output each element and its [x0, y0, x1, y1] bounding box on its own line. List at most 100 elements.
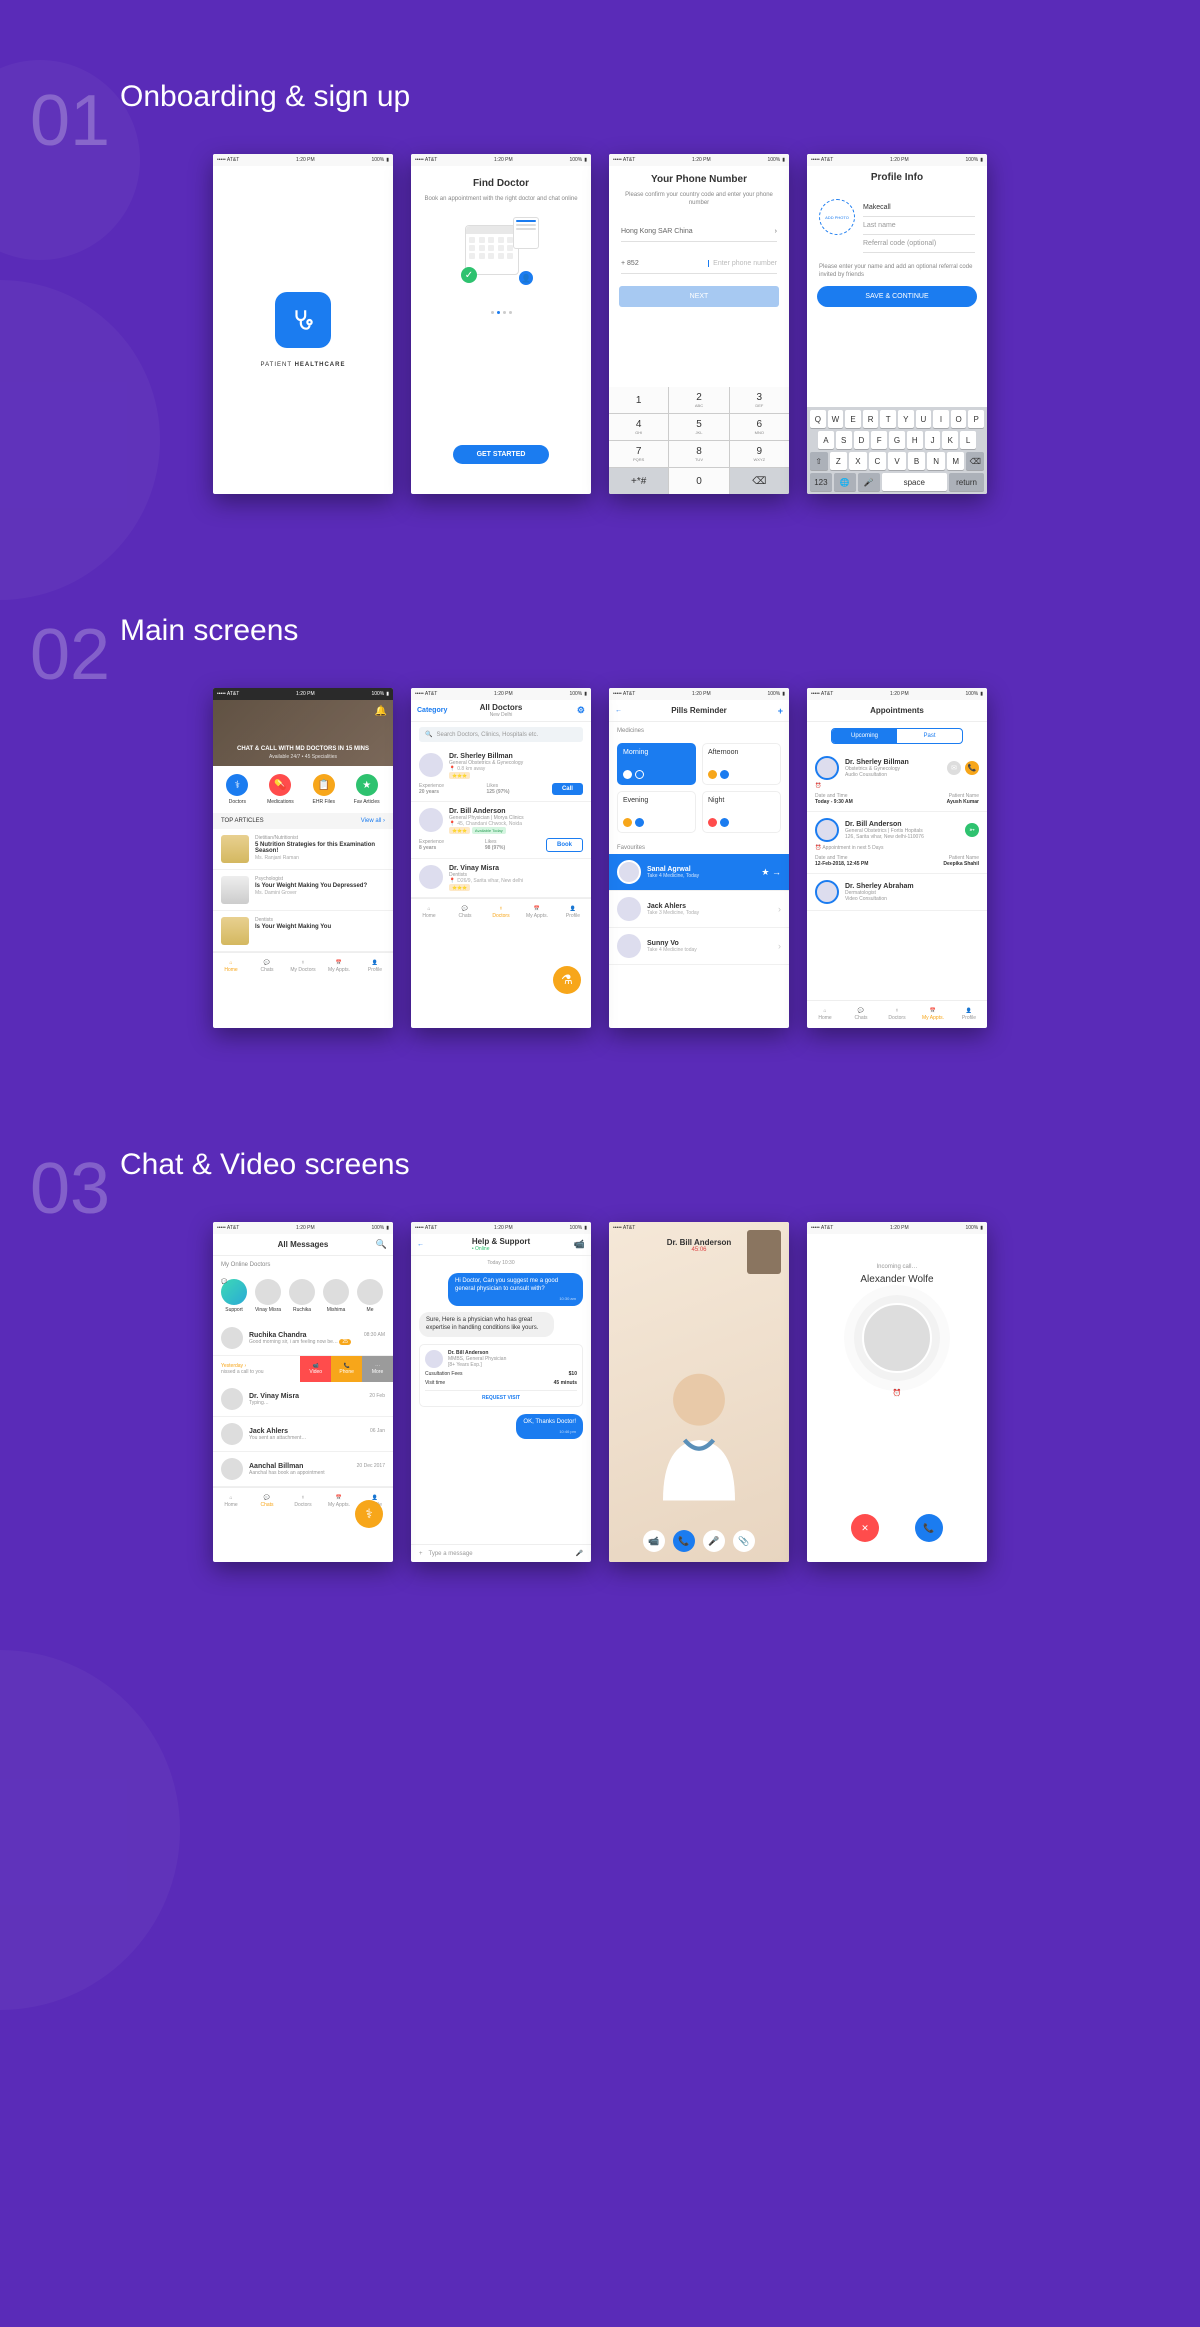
doctor-card[interactable]: Dr. Bill AndersonMMBS, General Physician…	[419, 1344, 583, 1407]
doctor-avatar[interactable]: Mishima	[323, 1279, 349, 1313]
next-button[interactable]: NEXT	[619, 286, 779, 307]
appointment-row[interactable]: Dr. Sherley BillmanObstetrics & Gynecolo…	[807, 750, 987, 812]
category-link[interactable]: Category	[417, 707, 447, 714]
self-view[interactable]	[747, 1230, 781, 1274]
tab-doctors[interactable]: ⚕Doctors	[483, 899, 519, 926]
save-continue-button[interactable]: SAVE & CONTINUE	[817, 286, 977, 307]
call-button[interactable]: Call	[552, 783, 583, 795]
new-chat-fab[interactable]: ⚕	[355, 1500, 383, 1528]
message-row[interactable]: Dr. Vinay Misra20 FebTyping…	[213, 1382, 393, 1417]
doctor-row[interactable]: Dr. Bill AndersonGeneral Physician | Mor…	[411, 802, 591, 859]
key-return[interactable]: return	[949, 473, 984, 491]
request-visit-button[interactable]: REQUEST VISIT	[425, 1390, 577, 1401]
mute-toggle[interactable]: 📞	[673, 1530, 695, 1552]
segment-control[interactable]: UpcomingPast	[831, 728, 963, 744]
key-shift[interactable]: ⇧	[810, 452, 828, 470]
favourite-row[interactable]: Sunny VoTake 4 Medicine today›	[609, 928, 789, 965]
tab-chats[interactable]: 💬Chats	[843, 1001, 879, 1028]
doctor-avatar[interactable]: Ruchika	[289, 1279, 315, 1313]
tab-chats[interactable]: 💬Chats	[447, 899, 483, 926]
favourite-row[interactable]: Jack AhlersTake 3 Medicine, Today›	[609, 891, 789, 928]
tab-doctors[interactable]: ⚕My Doctors	[285, 953, 321, 980]
doctor-avatar[interactable]: Vinay Misra	[255, 1279, 281, 1313]
mic-toggle[interactable]: 🎤	[703, 1530, 725, 1552]
morning-card[interactable]: Morning	[617, 743, 696, 785]
search-input[interactable]: 🔍 Search Doctors, Clinics, Hospitals etc…	[419, 727, 583, 742]
favourite-row[interactable]: Sanal AgrwalTake 4 Medicine, Today★ →	[609, 854, 789, 891]
key-3[interactable]: 3DEF	[730, 387, 789, 413]
key-space[interactable]: space	[882, 473, 948, 491]
key-1[interactable]: 1	[609, 387, 668, 413]
message-row[interactable]: Ruchika Chandra08:30 AMGood morning sir,…	[213, 1321, 393, 1356]
attach-icon[interactable]: +	[419, 1551, 423, 1557]
referral-input[interactable]: Referral code (optional)	[863, 235, 975, 253]
tab-home[interactable]: ⌂Home	[807, 1001, 843, 1028]
doctors-icon[interactable]: ⚕Doctors	[226, 774, 248, 805]
phone-action[interactable]: 📞Phone	[331, 1356, 362, 1382]
tab-home[interactable]: ⌂Home	[411, 899, 447, 926]
key-6[interactable]: 6MNO	[730, 414, 789, 440]
book-button[interactable]: Book	[546, 838, 583, 852]
key-5[interactable]: 5JKL	[669, 414, 728, 440]
key-7[interactable]: 7PQRS	[609, 441, 668, 467]
tab-profile[interactable]: 👤Profile	[357, 953, 393, 980]
key-0[interactable]: 0	[669, 468, 728, 494]
firstname-input[interactable]: Makecall	[863, 199, 975, 217]
bell-icon[interactable]: 🔔	[375, 706, 387, 717]
more-action[interactable]: ⋯More	[362, 1356, 393, 1382]
night-card[interactable]: Night	[702, 791, 781, 833]
tab-appts[interactable]: 📅My Appts.	[321, 953, 357, 980]
add-photo-button[interactable]: ADD PHOTO	[819, 199, 855, 235]
evening-card[interactable]: Evening	[617, 791, 696, 833]
key-globe[interactable]: 🌐	[834, 473, 856, 491]
back-icon[interactable]: ←	[615, 707, 622, 714]
fav-articles-icon[interactable]: ★Fav Articles	[354, 774, 380, 805]
tab-profile[interactable]: 👤Profile	[951, 1001, 987, 1028]
key-8[interactable]: 8TUV	[669, 441, 728, 467]
article-row[interactable]: Dietitian/Nutritionist5 Nutrition Strate…	[213, 829, 393, 870]
key-q[interactable]: Q	[810, 410, 826, 428]
reminder-icon[interactable]: ⏰	[893, 1389, 902, 1397]
video-action[interactable]: 📹Video	[300, 1356, 331, 1382]
add-icon[interactable]: +	[778, 706, 783, 716]
tab-appts[interactable]: 📅My Appts.	[321, 1488, 357, 1515]
back-icon[interactable]: ←	[417, 1241, 424, 1248]
article-row[interactable]: PsychologistIs Your Weight Making You De…	[213, 870, 393, 911]
appointment-row[interactable]: Dr. Bill AndersonGeneral Obstetrics | Fo…	[807, 812, 987, 874]
ehr-icon[interactable]: 📋EHR Files	[313, 774, 336, 805]
tab-chats[interactable]: 💬Chats	[249, 953, 285, 980]
chat-input[interactable]: +Type a message🎤	[411, 1544, 591, 1562]
key-mic[interactable]: 🎤	[858, 473, 880, 491]
tab-home[interactable]: ⌂Home	[213, 1488, 249, 1515]
article-row[interactable]: DentistsIs Your Weight Making You	[213, 911, 393, 952]
tab-doctors[interactable]: ⚕Doctors	[879, 1001, 915, 1028]
tab-profile[interactable]: 👤Profile	[555, 899, 591, 926]
key-backspace[interactable]: ⌫	[730, 468, 789, 494]
get-started-button[interactable]: GET STARTED	[453, 445, 550, 464]
view-all-link[interactable]: View all ›	[361, 818, 385, 824]
video-toggle[interactable]: 📹	[643, 1530, 665, 1552]
key-symbols[interactable]: +*#	[609, 468, 668, 494]
key-4[interactable]: 4GHI	[609, 414, 668, 440]
tab-chats[interactable]: 💬Chats	[249, 1488, 285, 1515]
tab-appts[interactable]: 📅My Appts.	[915, 1001, 951, 1028]
filter-fab[interactable]: ⚗	[553, 966, 581, 994]
key-backspace[interactable]: ⌫	[966, 452, 984, 470]
attach-toggle[interactable]: 📎	[733, 1530, 755, 1552]
decline-button[interactable]: ✕	[851, 1514, 879, 1542]
key-123[interactable]: 123	[810, 473, 832, 491]
phone-input[interactable]: + 852Enter phone number	[621, 254, 777, 274]
message-row[interactable]: Aanchal Billman20 Dec 2017Aanchal has bo…	[213, 1452, 393, 1487]
doctor-row[interactable]: Dr. Sherley BillmanGeneral Obstetrics & …	[411, 747, 591, 802]
tab-appts[interactable]: 📅My Appts.	[519, 899, 555, 926]
support-avatar[interactable]: 💬Support	[221, 1279, 247, 1313]
filter-icon[interactable]: ⚙	[577, 705, 585, 716]
video-icon[interactable]: 📹	[574, 1239, 585, 1250]
search-icon[interactable]: 🔍	[376, 1239, 387, 1250]
tab-doctors[interactable]: ⚕Doctors	[285, 1488, 321, 1515]
appointment-row[interactable]: Dr. Sherley AbrahamDermatologistVideo Co…	[807, 874, 987, 911]
afternoon-card[interactable]: Afternoon	[702, 743, 781, 785]
doctor-row[interactable]: Dr. Vinay MisraDentists📍D26/9, Sarita vi…	[411, 859, 591, 898]
message-row[interactable]: Jack Ahlers06 JanYou sent an attachment…	[213, 1417, 393, 1452]
key-9[interactable]: 9WXYZ	[730, 441, 789, 467]
